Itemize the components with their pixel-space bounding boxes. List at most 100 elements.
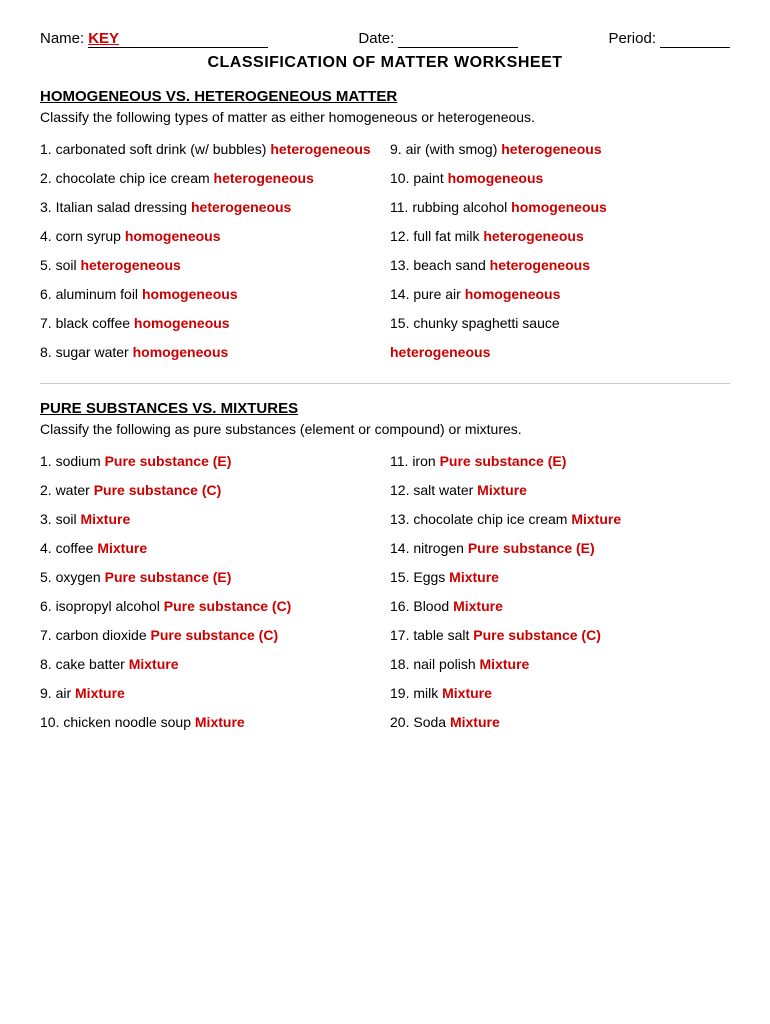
item-number: 7. carbon dioxide: [40, 627, 147, 643]
list-item: 7. carbon dioxide Pure substance (C): [40, 621, 380, 650]
item-number: 4. corn syrup: [40, 228, 121, 244]
answer: homogeneous: [133, 344, 229, 360]
item-number: 2. chocolate chip ice cream: [40, 170, 210, 186]
page-title: CLASSIFICATION OF MATTER WORKSHEET: [40, 54, 730, 72]
answer: Mixture: [450, 714, 500, 730]
answer: Pure substance (C): [151, 627, 279, 643]
item-number: 8. cake batter: [40, 656, 125, 672]
answer: heterogeneous: [501, 141, 601, 157]
answer: Mixture: [480, 656, 530, 672]
list-item: 2. water Pure substance (C): [40, 476, 380, 505]
section2: PURE SUBSTANCES VS. MIXTURES Classify th…: [40, 400, 730, 737]
period-value: [660, 30, 730, 48]
item-number: 4. coffee: [40, 540, 93, 556]
section1-grid: 1. carbonated soft drink (w/ bubbles) he…: [40, 135, 730, 367]
item-number: 11. iron: [390, 453, 436, 469]
item-number: 1. sodium: [40, 453, 101, 469]
answer: heterogeneous: [270, 141, 370, 157]
list-item: 18. nail polish Mixture: [390, 650, 730, 679]
answer: heterogeneous: [191, 199, 291, 215]
item-number: 17. table salt: [390, 627, 469, 643]
answer: homogeneous: [142, 286, 238, 302]
list-item: 15. chunky spaghetti sauce: [390, 309, 730, 338]
answer: Pure substance (C): [473, 627, 601, 643]
period-field: Period:: [608, 30, 730, 48]
item-number: 19. milk: [390, 685, 438, 701]
item-number: 5. oxygen: [40, 569, 101, 585]
answer: Pure substance (E): [105, 453, 232, 469]
list-item: 11. iron Pure substance (E): [390, 447, 730, 476]
item-number: 16. Blood: [390, 598, 449, 614]
item-number: 15. chunky spaghetti sauce: [390, 315, 560, 331]
item-number: 9. air: [40, 685, 71, 701]
section1: HOMOGENEOUS VS. HETEROGENEOUS MATTER Cla…: [40, 88, 730, 367]
section1-instruction: Classify the following types of matter a…: [40, 109, 730, 125]
list-item: 17. table salt Pure substance (C): [390, 621, 730, 650]
date-label: Date:: [358, 30, 394, 47]
list-item: 11. rubbing alcohol homogeneous: [390, 193, 730, 222]
answer: Mixture: [477, 482, 527, 498]
name-field: Name: KEY: [40, 30, 268, 48]
item-number: 14. nitrogen: [390, 540, 464, 556]
answer: heterogeneous: [483, 228, 583, 244]
answer: homogeneous: [134, 315, 230, 331]
date-value: [398, 30, 518, 48]
list-item: 4. coffee Mixture: [40, 534, 380, 563]
item-number: 12. salt water: [390, 482, 473, 498]
list-item: 15. Eggs Mixture: [390, 563, 730, 592]
item-number: 13. beach sand: [390, 257, 486, 273]
list-item: 3. Italian salad dressing heterogeneous: [40, 193, 380, 222]
item-number: 12. full fat milk: [390, 228, 479, 244]
name-value: KEY: [88, 30, 268, 48]
list-item: 13. chocolate chip ice cream Mixture: [390, 505, 730, 534]
list-item: 5. oxygen Pure substance (E): [40, 563, 380, 592]
item-number: 2. water: [40, 482, 90, 498]
item-number: 14. pure air: [390, 286, 461, 302]
item-number: 11. rubbing alcohol: [390, 199, 507, 215]
list-item: 7. black coffee homogeneous: [40, 309, 380, 338]
answer: heterogeneous: [214, 170, 314, 186]
answer: Pure substance (E): [468, 540, 595, 556]
header: Name: KEY Date: Period:: [40, 30, 730, 48]
answer: Mixture: [453, 598, 503, 614]
date-field: Date:: [358, 30, 518, 48]
answer: Mixture: [195, 714, 245, 730]
item-number: 9. air (with smog): [390, 141, 497, 157]
item-number: 1. carbonated soft drink (w/ bubbles): [40, 141, 266, 157]
answer: homogeneous: [125, 228, 221, 244]
section2-title: PURE SUBSTANCES VS. MIXTURES: [40, 400, 730, 417]
answer: Mixture: [442, 685, 492, 701]
answer: heterogeneous: [490, 257, 590, 273]
list-item: 9. air (with smog) heterogeneous: [390, 135, 730, 164]
list-item: 16. Blood Mixture: [390, 592, 730, 621]
item-number: 13. chocolate chip ice cream: [390, 511, 567, 527]
answer: heterogeneous: [80, 257, 180, 273]
answer: Pure substance (E): [105, 569, 232, 585]
answer: homogeneous: [511, 199, 607, 215]
answer: homogeneous: [465, 286, 561, 302]
list-item: 1. sodium Pure substance (E): [40, 447, 380, 476]
answer: Pure substance (E): [440, 453, 567, 469]
list-item: 8. sugar water homogeneous: [40, 338, 380, 367]
list-item: heterogeneous: [390, 338, 730, 367]
item-number: 10. paint: [390, 170, 444, 186]
answer: Mixture: [75, 685, 125, 701]
answer: Mixture: [97, 540, 147, 556]
section2-instruction: Classify the following as pure substance…: [40, 421, 730, 437]
list-item: 14. nitrogen Pure substance (E): [390, 534, 730, 563]
list-item: 12. salt water Mixture: [390, 476, 730, 505]
item-number: 7. black coffee: [40, 315, 130, 331]
item-number: 20. Soda: [390, 714, 446, 730]
list-item: 6. isopropyl alcohol Pure substance (C): [40, 592, 380, 621]
answer: Pure substance (C): [164, 598, 292, 614]
list-item: 9. air Mixture: [40, 679, 380, 708]
section2-grid: 1. sodium Pure substance (E)11. iron Pur…: [40, 447, 730, 737]
list-item: 8. cake batter Mixture: [40, 650, 380, 679]
section-divider: [40, 383, 730, 384]
item-number: 6. isopropyl alcohol: [40, 598, 160, 614]
list-item: 4. corn syrup homogeneous: [40, 222, 380, 251]
item-number: 10. chicken noodle soup: [40, 714, 191, 730]
list-item: 13. beach sand heterogeneous: [390, 251, 730, 280]
list-item: 2. chocolate chip ice cream heterogeneou…: [40, 164, 380, 193]
item-number: 15. Eggs: [390, 569, 445, 585]
